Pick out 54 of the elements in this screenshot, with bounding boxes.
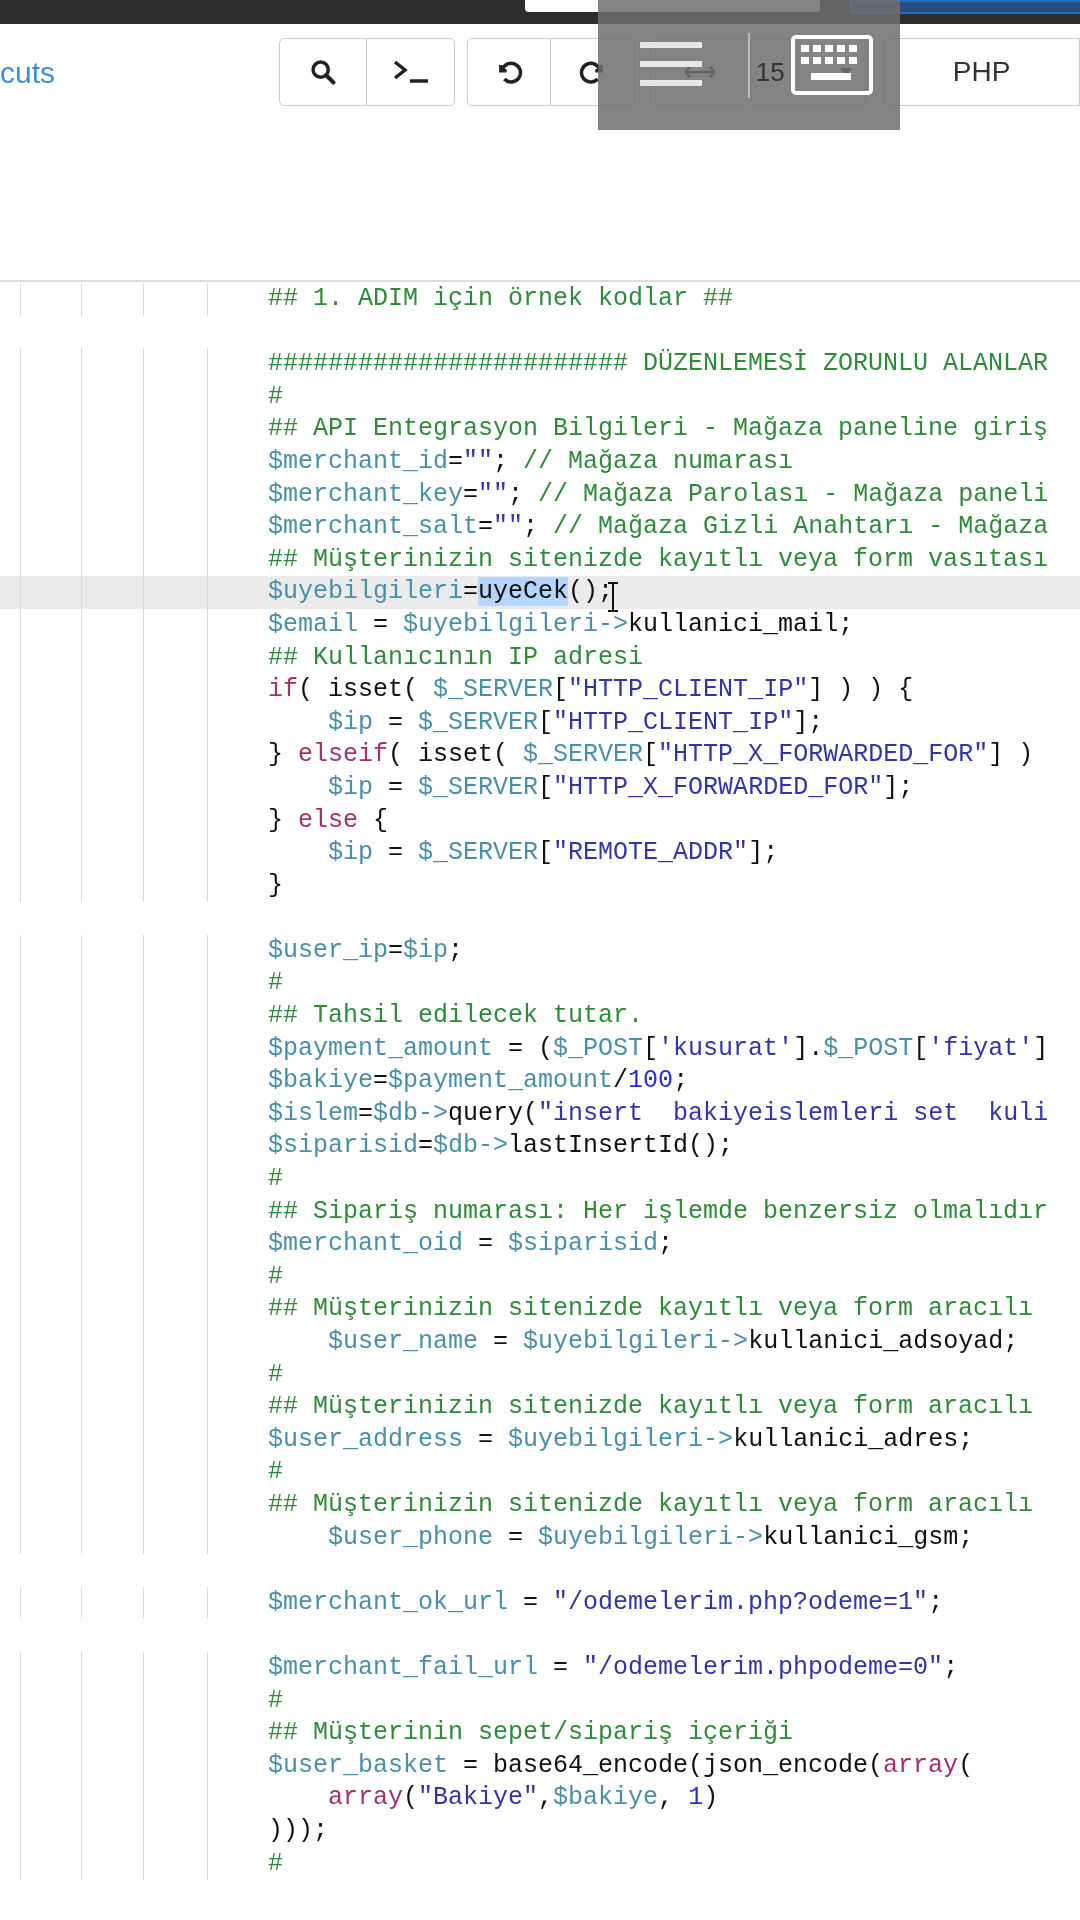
text-cursor-icon (607, 582, 619, 613)
code-line: } else { (268, 804, 389, 837)
code-line: # (268, 1456, 283, 1489)
code-line: $islem=$db->query("insert bakiyeislemleri set kuli (268, 1097, 1049, 1130)
code-line: $user_basket = base64_encode(json_encode(array( (268, 1749, 974, 1782)
code-line: $merchant_oid = $siparisid; (268, 1228, 674, 1261)
code-line: $uyebilgileri=uyeCek(); (268, 576, 614, 609)
code-line: # (268, 380, 283, 413)
code-line: $ip = $_SERVER["HTTP_CLIENT_IP"]; (327, 706, 824, 739)
code-line: if( isset( $_SERVER["HTTP_CLIENT_IP"] ) ) { (268, 674, 914, 707)
code-line: $email = $uyebilgileri->kullanici_mail; (268, 608, 854, 641)
code-line: $merchant_id=""; // Mağaza numarası (268, 445, 794, 478)
code-line: } elseif( isset( $_SERVER["HTTP_X_FORWARDED_FOR"] ) (268, 739, 1034, 772)
code-line: ## Müşterinin sepet/sipariş içeriği (268, 1717, 794, 1750)
code-line: # (268, 1260, 283, 1293)
menu-icon[interactable] (640, 42, 702, 86)
terminal-icon (391, 59, 430, 85)
code-line: $user_phone = $uyebilgileri->kullanici_gsm; (327, 1521, 974, 1554)
code-line: # (268, 1358, 283, 1391)
search-button[interactable] (279, 38, 368, 106)
code-line: $ip = $_SERVER["HTTP_X_FORWARDED_FOR"]; (327, 771, 914, 804)
code-line: # (268, 1847, 283, 1880)
code-line: $merchant_fail_url = "/odemelerim.phpodeme=0"; (268, 1651, 959, 1684)
code-line: ## Müşterinizin sitenizde kayıtlı veya form aracılı (268, 1293, 1034, 1326)
code-line: $merchant_key=""; // Mağaza Parolası - Mağaza paneli (268, 478, 1049, 511)
code-line: $siparisid=$db->lastInsertId(); (268, 1130, 734, 1163)
code-line: # (268, 1163, 283, 1196)
code-line: } (268, 869, 283, 902)
code-line: ## Müşterinizin sitenizde kayıtlı veya form aracılı (268, 1488, 1034, 1521)
code-line: ## 1. ADIM için örnek kodlar ## (268, 283, 734, 315)
code-line: ))); (268, 1814, 328, 1847)
code-line: $ip = $_SERVER["REMOTE_ADDR"]; (327, 837, 779, 870)
code-line: ## Müşterinizin sitenizde kayıtlı veya form aracılı (268, 1391, 1034, 1424)
shortcuts-link[interactable]: cuts (0, 49, 280, 95)
code-line: array("Bakiye",$bakiye, 1) (327, 1782, 719, 1815)
code-line: ## Kullanıcının IP adresi (268, 641, 644, 674)
code-line: $user_ip=$ip; (268, 934, 464, 967)
code-line: $bakiye=$payment_amount/100; (268, 1065, 689, 1098)
terminal-button[interactable] (367, 38, 456, 106)
code-line: $merchant_salt=""; // Mağaza Gizli Anahtarı - Mağaza (268, 511, 1049, 544)
undo-button[interactable] (467, 38, 552, 106)
search-icon (309, 58, 338, 86)
code-line: ## API Entegrasyon Bilgileri - Mağaza paneline giriş (268, 413, 1049, 446)
code-line: ## Tahsil edilecek tutar. (268, 1000, 644, 1033)
keyboard-icon[interactable] (791, 35, 873, 95)
code-line: ## Sipariş numarası: Her işlemde benzersiz olmalıdır (268, 1195, 1049, 1228)
code-line: $payment_amount = ($_POST['kusurat'].$_POST['fiyat'] (268, 1032, 1049, 1065)
code-line: $user_address = $uyebilgileri->kullanici_adres; (268, 1423, 974, 1456)
code-line: ######################## DÜZENLEMESİ ZORUNLU ALANLAR (268, 348, 1049, 381)
code-line: # (268, 967, 283, 1000)
code-line: # (268, 1684, 283, 1717)
code-line: $merchant_ok_url = "/odemelerim.php?odeme=1"; (268, 1586, 944, 1619)
code-line: $user_name = $uyebilgileri->kullanici_adsoyad; (327, 1326, 1019, 1358)
code-line: ## Müşterinizin sitenizde kayıtlı veya form vasıtası (268, 543, 1049, 576)
